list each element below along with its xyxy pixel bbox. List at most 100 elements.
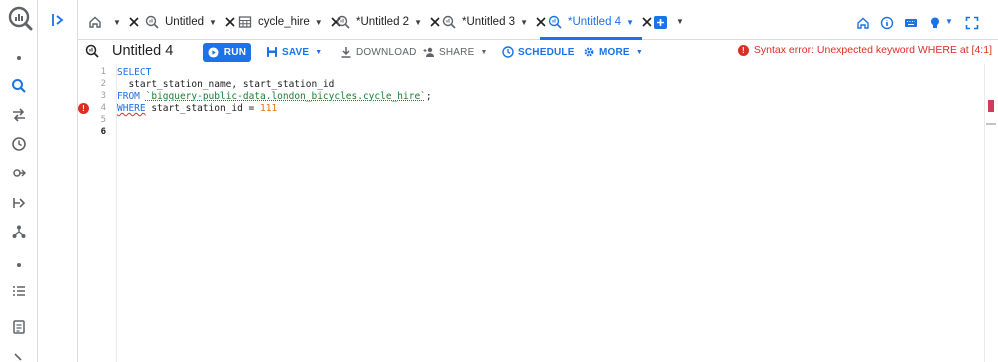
tab-untitled-3[interactable]: *Untitled 3 ▼ <box>442 8 547 36</box>
query-icon <box>442 15 456 29</box>
tab-untitled[interactable]: Untitled ▼ <box>145 8 236 36</box>
bigquery-console: ▼ Untitled ▼ cycle_hire ▼ *Untitled 2 ▼ … <box>0 0 998 362</box>
chevron-down-icon[interactable]: ▼ <box>113 18 121 27</box>
tab-untitled-2[interactable]: *Untitled 2 ▼ <box>336 8 441 36</box>
dataflow-icon[interactable] <box>9 193 29 213</box>
tab-label: Untitled <box>165 16 204 28</box>
chevron-down-icon[interactable]: ▼ <box>209 18 217 27</box>
fullscreen-icon[interactable] <box>965 16 979 30</box>
new-tab-button[interactable] <box>654 16 667 29</box>
expand-explorer-icon[interactable] <box>50 12 66 28</box>
left-rail <box>0 0 38 362</box>
editor-tab-bar: ▼ Untitled ▼ cycle_hire ▼ *Untitled 2 ▼ … <box>78 0 998 40</box>
code-text: ; <box>425 91 432 102</box>
more-button[interactable]: MORE ▼ <box>583 44 643 60</box>
download-label: DOWNLOAD <box>356 46 417 58</box>
close-icon[interactable] <box>429 16 441 28</box>
code-text: start_station_id = <box>145 103 260 114</box>
dataplex-icon[interactable] <box>9 222 29 242</box>
sql-keyword-error: WHERE <box>117 103 146 114</box>
download-icon <box>341 47 351 58</box>
schedule-label: SCHEDULE <box>518 46 575 58</box>
more-label: MORE <box>599 46 630 58</box>
number-literal: 111 <box>260 103 278 114</box>
save-icon <box>267 47 277 57</box>
keyboard-icon[interactable] <box>904 16 918 30</box>
table-reference: `bigquery-public-data.london_bicycles.cy… <box>145 91 426 102</box>
history-icon[interactable] <box>9 134 29 154</box>
transfers-icon[interactable] <box>9 105 29 125</box>
sql-keyword: FROM <box>117 91 140 102</box>
line-number: 2 <box>100 79 106 89</box>
code-line-2: start_station_name, start_station_id <box>117 79 334 90</box>
chevron-down-icon: ▼ <box>480 48 488 56</box>
tab-untitled-4[interactable]: *Untitled 4 ▼ <box>548 8 653 36</box>
explorer-collapsed-panel <box>38 0 78 362</box>
list-icon[interactable] <box>9 281 29 301</box>
close-icon[interactable] <box>641 16 653 28</box>
chevron-down-icon[interactable]: ▼ <box>676 17 684 26</box>
close-icon[interactable] <box>224 16 236 28</box>
tab-label: cycle_hire <box>258 16 310 28</box>
download-button[interactable]: DOWNLOAD <box>340 44 417 60</box>
tab-home[interactable]: ▼ <box>88 8 140 36</box>
line-error-icon[interactable]: ! <box>78 103 89 114</box>
play-icon <box>208 47 219 58</box>
close-icon[interactable] <box>535 16 547 28</box>
chevron-down-icon[interactable]: ▼ <box>626 18 634 27</box>
code-line-1: SELECT <box>117 67 151 78</box>
error-icon: ! <box>737 44 749 56</box>
code-line-3: FROM `bigquery-public-data.london_bicycl… <box>117 91 432 102</box>
query-icon <box>548 15 562 29</box>
analytics-hub-icon[interactable] <box>9 163 29 183</box>
home-icon[interactable] <box>856 16 870 30</box>
chevron-down-icon: ▼ <box>635 48 643 56</box>
add-person-icon <box>423 47 434 57</box>
rail-dot-icon <box>17 263 21 267</box>
lightbulb-icon[interactable] <box>928 16 942 30</box>
release-notes-icon[interactable] <box>9 317 29 337</box>
editor-scrollbar[interactable] <box>984 64 998 362</box>
line-number: 1 <box>100 67 106 77</box>
share-button[interactable]: SHARE ▼ <box>423 44 488 60</box>
line-number: 6 <box>100 127 106 137</box>
info-icon[interactable] <box>880 16 894 30</box>
code-line-4: WHERE start_station_id = 111 <box>117 103 277 114</box>
clock-icon <box>502 46 514 58</box>
close-icon[interactable] <box>128 16 140 28</box>
query-icon <box>85 44 99 58</box>
plus-icon <box>657 19 664 26</box>
collapse-rail-icon[interactable] <box>9 348 29 362</box>
error-message: Syntax error: Unexpected keyword WHERE a… <box>753 44 992 56</box>
run-button[interactable]: RUN <box>203 43 251 62</box>
code-text: start_station_name, start_station_id <box>117 79 335 90</box>
scrollbar-cursor-marker <box>986 123 996 125</box>
chevron-down-icon[interactable]: ▼ <box>315 18 323 27</box>
chevron-down-icon: ▼ <box>315 48 323 56</box>
scrollbar-error-marker <box>988 100 994 112</box>
bigquery-logo-icon[interactable] <box>7 5 33 31</box>
line-number: 3 <box>100 91 106 101</box>
tab-label: *Untitled 2 <box>356 16 410 28</box>
gear-icon <box>584 47 594 57</box>
sql-editor[interactable]: 1 2 3 4 5 6 ! SELECT start_station_name,… <box>78 64 998 362</box>
table-icon <box>238 16 252 28</box>
line-number: 5 <box>100 115 106 125</box>
chevron-down-icon[interactable]: ▼ <box>414 18 422 27</box>
query-title[interactable]: Untitled 4 <box>112 43 173 59</box>
save-label: SAVE <box>282 46 310 58</box>
schedule-button[interactable]: SCHEDULE <box>502 44 575 60</box>
tab-label: *Untitled 4 <box>568 16 622 28</box>
search-icon[interactable] <box>9 76 29 96</box>
save-button[interactable]: SAVE ▼ <box>266 44 322 60</box>
sql-keyword: SELECT <box>117 67 152 78</box>
run-label: RUN <box>223 47 247 58</box>
line-number: 4 <box>100 103 106 113</box>
chevron-down-icon[interactable]: ▼ <box>520 18 528 27</box>
rail-dot-icon <box>17 56 21 60</box>
syntax-error-status: ! Syntax error: Unexpected keyword WHERE… <box>737 44 992 56</box>
tab-cycle-hire[interactable]: cycle_hire ▼ <box>238 8 342 36</box>
home-icon <box>89 16 101 28</box>
chevron-down-icon[interactable]: ▼ <box>945 17 953 26</box>
query-toolbar: Untitled 4 RUN SAVE ▼ DOWNLOAD SHARE ▼ S… <box>78 40 998 64</box>
